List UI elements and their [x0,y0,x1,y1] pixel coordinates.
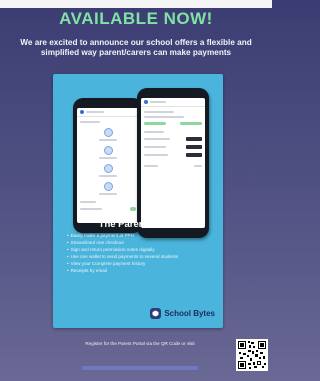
banner-intro: We are excited to announce our school of… [20,38,252,57]
school-bytes-logo-icon [150,308,162,319]
phone-screen-left [77,108,139,223]
phone-screen-right [141,98,205,228]
feature-item: Easily make a payment at PPH [67,232,217,239]
feature-item: Streamlined one checkout [67,239,217,246]
feature-item: Sign and return permission notes digital… [67,246,217,253]
feature-item: View your Complete payment history [67,260,217,267]
phone-mockup-right [137,88,209,238]
top-cutoff-strip [0,0,272,8]
school-bytes-brand: School Bytes [150,308,215,319]
phone-mockup-left [73,98,143,233]
banner-title: AVAILABLE NOW! [59,9,213,28]
brand-name: School Bytes [164,309,215,318]
qr-code-icon[interactable] [236,339,268,371]
feature-item: Use one wallet to send payments to sever… [67,253,217,260]
register-text: Register for the Parent Portal via the Q… [85,341,195,346]
parent-portal-panel: The Parent Portal Easily make a payment … [53,74,223,328]
feature-item: Receipts by email [67,267,217,274]
portal-title: The Parent Portal [98,219,178,230]
portal-feature-list: Easily make a payment at PPH Streamlined… [67,232,217,274]
register-link[interactable] [82,366,198,370]
